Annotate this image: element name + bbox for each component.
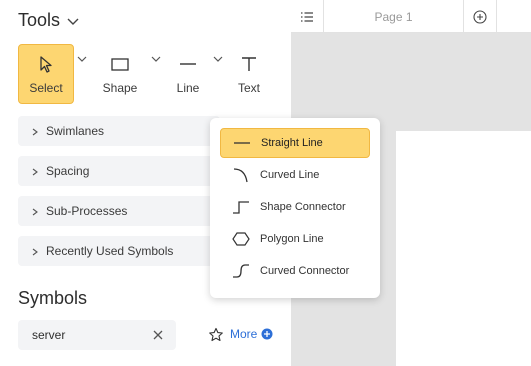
curved-line-icon xyxy=(232,167,250,183)
more-symbols-link[interactable]: More xyxy=(230,327,273,341)
symbol-search-value: server xyxy=(32,328,66,342)
menu-item-label: Straight Line xyxy=(261,137,323,149)
line-caret-icon[interactable] xyxy=(212,52,224,64)
plus-circle-icon xyxy=(473,9,487,24)
menu-item-polygon-line[interactable]: Polygon Line xyxy=(220,224,370,254)
line-type-menu: Straight Line Curved Line Shape Connecto… xyxy=(210,118,380,298)
close-icon[interactable] xyxy=(152,329,164,341)
section-spacing[interactable]: Spacing xyxy=(18,156,220,186)
tool-row: Select Shape Line Text xyxy=(18,44,278,104)
menu-item-shape-connector[interactable]: Shape Connector xyxy=(220,192,370,222)
section-label: Sub-Processes xyxy=(46,204,128,218)
section-sub-processes[interactable]: Sub-Processes xyxy=(18,196,220,226)
text-icon xyxy=(238,53,260,75)
menu-item-label: Shape Connector xyxy=(260,201,346,213)
tools-title: Tools xyxy=(18,10,61,30)
section-recently-used-symbols[interactable]: Recently Used Symbols xyxy=(18,236,220,266)
text-tool-label: Text xyxy=(237,81,260,95)
shape-tool-button[interactable]: Shape xyxy=(98,44,142,104)
straight-line-icon xyxy=(233,135,251,151)
add-page-button[interactable] xyxy=(464,0,497,33)
page-list-button[interactable] xyxy=(291,0,324,33)
menu-item-label: Curved Connector xyxy=(260,265,350,277)
chevron-down-icon[interactable] xyxy=(66,14,80,28)
chevron-right-icon xyxy=(30,206,40,216)
tools-header[interactable]: Tools xyxy=(18,10,80,31)
menu-item-curved-line[interactable]: Curved Line xyxy=(220,160,370,190)
chevron-right-icon xyxy=(30,166,40,176)
menu-item-label: Polygon Line xyxy=(260,233,324,245)
symbol-search-input[interactable]: server xyxy=(18,320,176,350)
symbols-title: Symbols xyxy=(18,288,88,308)
plus-circle-icon xyxy=(261,328,273,340)
chevron-right-icon xyxy=(30,246,40,256)
select-tool-label: Select xyxy=(29,81,63,95)
polygon-line-icon xyxy=(232,231,250,247)
select-tool-button[interactable]: Select xyxy=(18,44,74,104)
shape-connector-icon xyxy=(232,199,250,215)
shape-tool-label: Shape xyxy=(102,81,138,95)
cursor-icon xyxy=(35,53,57,75)
page-tab[interactable]: Page 1 xyxy=(324,0,464,33)
menu-item-curved-connector[interactable]: Curved Connector xyxy=(220,256,370,286)
chevron-right-icon xyxy=(30,126,40,136)
line-tool-label: Line xyxy=(176,81,200,95)
rectangle-icon xyxy=(109,53,131,75)
more-link-label: More xyxy=(230,327,258,341)
shape-caret-icon[interactable] xyxy=(150,52,162,64)
canvas-page[interactable] xyxy=(396,131,531,366)
section-label: Spacing xyxy=(46,164,90,178)
star-icon[interactable] xyxy=(208,327,224,343)
line-tool-button[interactable]: Line xyxy=(170,44,206,104)
section-label: Recently Used Symbols xyxy=(46,244,174,258)
line-icon xyxy=(177,53,199,75)
list-icon xyxy=(301,11,313,22)
section-swimlanes[interactable]: Swimlanes xyxy=(18,116,220,146)
menu-item-label: Curved Line xyxy=(260,169,320,181)
page-tab-bar: Page 1 xyxy=(291,0,531,33)
select-caret-icon[interactable] xyxy=(76,52,88,64)
curved-connector-icon xyxy=(232,263,250,279)
menu-item-straight-line[interactable]: Straight Line xyxy=(220,128,370,158)
section-label: Swimlanes xyxy=(46,124,105,138)
text-tool-button[interactable]: Text xyxy=(236,44,262,104)
